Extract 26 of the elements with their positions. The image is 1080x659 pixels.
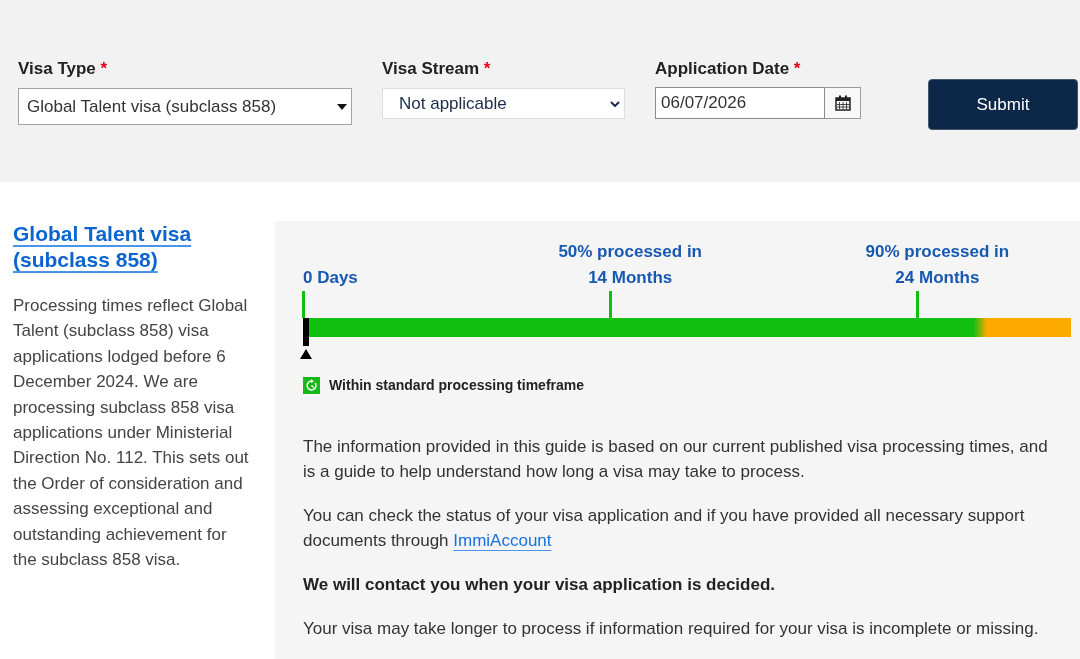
dropdown-select[interactable]: Global Talent visa (subclass 858)	[18, 88, 352, 125]
milestone-caption: 90% processed in	[865, 241, 1010, 263]
info-paragraph: Your visa may take longer to process if information required for your visa is incomplete or missing.	[303, 618, 1040, 640]
calendar-button[interactable]	[825, 87, 861, 119]
milestone-duration: 24 Months	[895, 267, 980, 289]
visa-title-link[interactable]: Global Talent visa (subclass 858)	[13, 221, 197, 273]
account-link[interactable]: ImmiAccount	[453, 531, 552, 550]
field-label: Visa Stream *	[382, 59, 492, 79]
info-paragraph: The information provided in this guide is based on our current published visa processing times, and is a guide to help understand how long a visa may take to process.	[303, 436, 1049, 483]
visa-description: Processing times reflect Global Talent (subclass 858) visa applications lodged before 6 December 2024. We are processing subclass 858 visa applications under Ministerial Direction No. 112. This sets out the Order of consideration and assessing exceptional and outstanding achievement for the subclass 858 visa.	[13, 295, 250, 572]
field-label: Visa Type *	[18, 59, 109, 79]
milestone-duration: 14 Months	[588, 267, 673, 289]
submit-button[interactable]: Submit	[928, 79, 1078, 130]
calendar-icon	[834, 95, 851, 111]
caret-icon	[337, 103, 347, 110]
chevron-down-icon	[610, 100, 620, 107]
info-paragraph: You can check the status of your visa application and if you have provided all necessary support documents through ImmiAccount	[303, 505, 1026, 552]
info-paragraph: We will contact you when your visa application is decided.	[303, 574, 776, 596]
milestone-caption: 50% processed in	[558, 241, 702, 263]
milestone-duration: 0 Days	[303, 267, 358, 289]
timer-icon	[303, 377, 320, 394]
field-label: Application Date *	[655, 59, 802, 79]
pointer-triangle-icon	[300, 349, 312, 359]
date-input[interactable]: 06/07/2026	[655, 87, 825, 119]
dropdown-select[interactable]: Not applicable	[382, 88, 625, 119]
legend-label: Within standard processing timeframe	[329, 376, 585, 395]
